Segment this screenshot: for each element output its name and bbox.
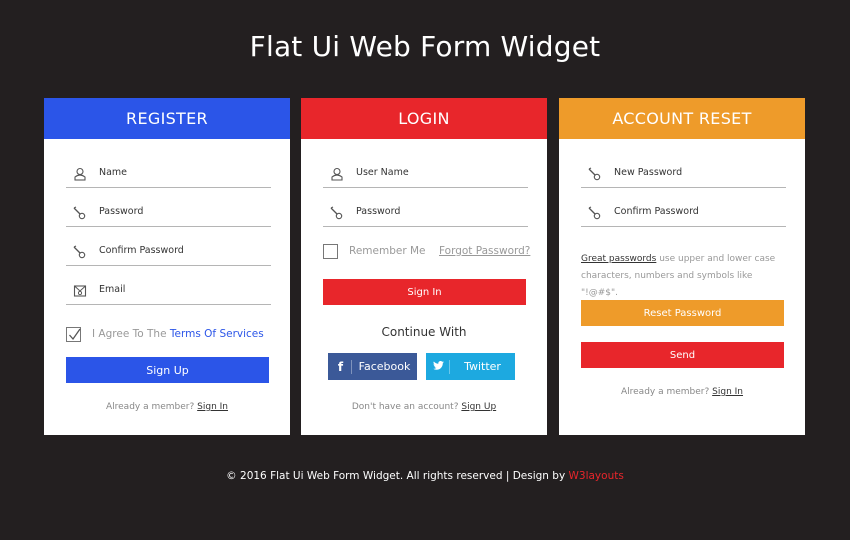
w3layouts-link[interactable]: W3layouts (569, 470, 624, 482)
reset-confirm-password-field[interactable] (581, 197, 786, 227)
login-header: LOGIN (301, 98, 547, 139)
sign-in-link[interactable]: Sign In (197, 402, 228, 412)
register-password-input[interactable] (99, 206, 269, 217)
facebook-icon: f (330, 359, 352, 374)
remember-me-label: Remember Me (349, 245, 426, 257)
agree-checkbox[interactable] (66, 327, 81, 342)
reset-sign-in-link[interactable]: Sign In (712, 387, 743, 397)
login-username-field[interactable] (323, 158, 528, 188)
register-confirm-password-field[interactable] (66, 236, 271, 266)
agree-label: I Agree To The Terms Of Services (92, 328, 264, 340)
twitter-button[interactable]: Twitter (426, 353, 515, 380)
register-name-input[interactable] (99, 167, 269, 178)
send-button[interactable]: Send (581, 342, 784, 368)
key-icon (330, 205, 344, 219)
page-footer: © 2016 Flat Ui Web Form Widget. All righ… (226, 470, 624, 482)
register-email-input[interactable] (99, 284, 269, 295)
forgot-password-link[interactable]: Forgot Password? (439, 245, 530, 257)
register-panel: REGISTER I Agree To The Terms Of Service… (44, 98, 290, 435)
twitter-icon (428, 359, 450, 374)
new-password-field[interactable] (581, 158, 786, 188)
password-hint: Great passwords use upper and lower case… (581, 254, 776, 298)
login-password-input[interactable] (356, 206, 526, 217)
page-title: Flat Ui Web Form Widget (249, 30, 601, 63)
key-icon (588, 166, 602, 180)
key-icon (73, 205, 87, 219)
login-panel: LOGIN Remember Me Forgot Password? Sign … (301, 98, 547, 435)
register-header: REGISTER (44, 98, 290, 139)
user-icon (330, 166, 344, 181)
facebook-button[interactable]: f Facebook (328, 353, 417, 380)
new-password-input[interactable] (614, 167, 784, 178)
register-footer: Already a member? Sign In (105, 402, 229, 412)
sign-in-button[interactable]: Sign In (323, 279, 526, 305)
terms-link[interactable]: Terms Of Services (170, 328, 264, 340)
login-password-field[interactable] (323, 197, 528, 227)
account-reset-header: ACCOUNT RESET (559, 98, 805, 139)
reset-footer: Already a member? Sign In (620, 387, 744, 397)
email-icon (73, 283, 87, 297)
remember-me-checkbox[interactable] (323, 244, 338, 259)
continue-with-label: Continue With (381, 325, 467, 339)
account-reset-panel: ACCOUNT RESET Great passwords use upper … (559, 98, 805, 435)
reset-password-button[interactable]: Reset Password (581, 300, 784, 326)
key-icon (73, 244, 87, 258)
login-footer: Don't have an account? Sign Up (351, 402, 497, 412)
register-password-field[interactable] (66, 197, 271, 227)
register-name-field[interactable] (66, 158, 271, 188)
sign-up-button[interactable]: Sign Up (66, 357, 269, 383)
register-email-field[interactable] (66, 275, 271, 305)
user-icon (73, 166, 87, 181)
login-username-input[interactable] (356, 167, 526, 178)
register-confirm-password-input[interactable] (99, 245, 269, 256)
reset-confirm-password-input[interactable] (614, 206, 784, 217)
sign-up-link[interactable]: Sign Up (461, 402, 496, 412)
checkmark-icon (69, 328, 81, 341)
key-icon (588, 205, 602, 219)
great-passwords-link[interactable]: Great passwords (581, 254, 656, 264)
